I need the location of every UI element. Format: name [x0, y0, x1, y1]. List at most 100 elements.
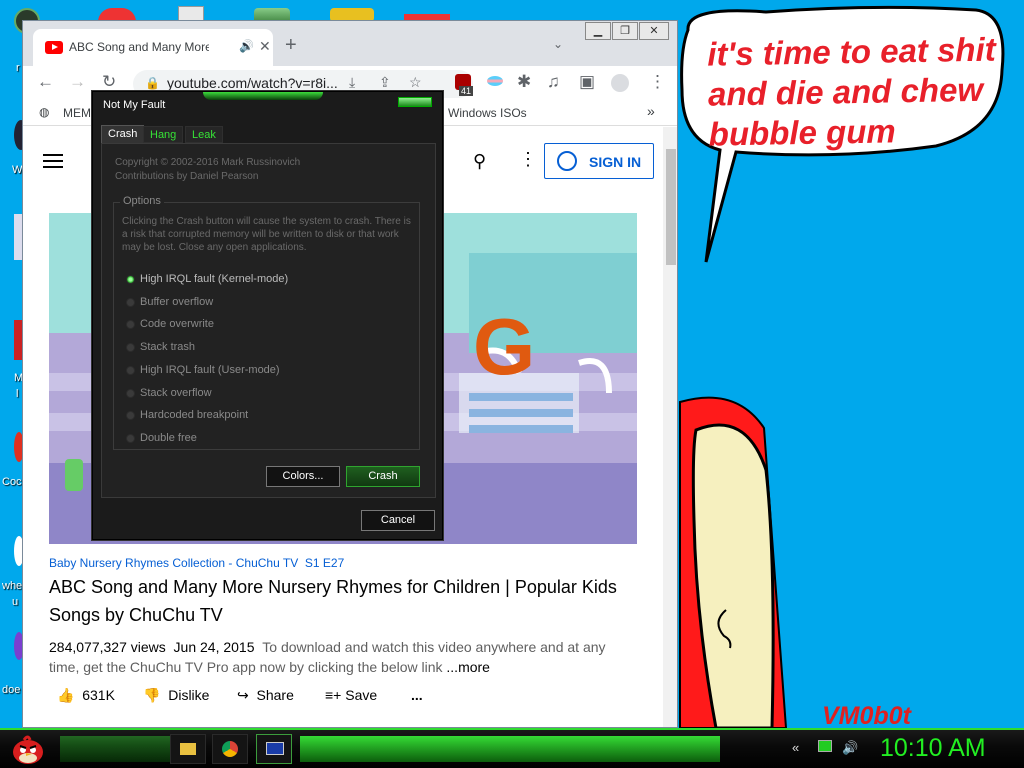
page-scrollbar[interactable]: [663, 127, 677, 727]
desktop-icon-11-label-2: u: [12, 596, 19, 608]
desktop-icon-9-label-2: l: [16, 388, 19, 400]
taskbar-glow-main: [300, 736, 720, 762]
taskbar-explorer[interactable]: [170, 734, 206, 764]
option-label[interactable]: Buffer overflow: [140, 296, 213, 308]
desktop-icon-10-label: Coc: [2, 476, 22, 488]
cancel-button[interactable]: Cancel: [361, 510, 435, 531]
tray-chevron-icon[interactable]: «: [792, 740, 799, 755]
speaker-icon[interactable]: 🔊: [239, 39, 254, 53]
bookmark-windows-isos[interactable]: Windows ISOs: [448, 106, 527, 120]
more-link[interactable]: ...more: [446, 659, 490, 675]
thumbnail-letter: G: [473, 302, 536, 391]
share-icon[interactable]: ⇪: [379, 74, 391, 91]
extension-badge: 41: [459, 86, 474, 96]
option-label[interactable]: High IRQL fault (User-mode): [140, 364, 280, 376]
share-arrow-icon: ↪: [237, 687, 249, 703]
notmyfault-dialog: Not My Fault Crash Hang Leak Copyright ©…: [92, 91, 443, 540]
option-radio[interactable]: [126, 433, 135, 443]
option-label[interactable]: Double free: [140, 432, 197, 444]
volume-icon[interactable]: 🔊: [842, 740, 858, 756]
option-radio[interactable]: [126, 275, 135, 284]
taskbar-notmyfault[interactable]: [256, 734, 292, 764]
angry-bird-icon: [13, 735, 43, 764]
more-actions-button[interactable]: ...: [411, 687, 423, 703]
desktop-icon-8[interactable]: [14, 214, 22, 260]
globe-icon: ◍: [39, 105, 50, 119]
sign-in-button[interactable]: SIGN IN: [544, 143, 654, 179]
option-label[interactable]: Code overwrite: [140, 318, 214, 330]
minimize-button[interactable]: ▁: [585, 22, 611, 40]
url-text[interactable]: youtube.com/watch?v=r8i...: [167, 75, 357, 91]
flag-extension-icon[interactable]: [487, 76, 503, 86]
folder-icon: [180, 743, 196, 755]
save-button[interactable]: ≡+ Save: [325, 687, 377, 703]
video-description: 284,077,327 views Jun 24, 2015 To downlo…: [49, 637, 639, 677]
close-button[interactable]: ✕: [639, 22, 669, 40]
tab-strip: ABC Song and Many More N 🔊 ✕ + ⌄ ▁ ❐ ✕: [23, 21, 677, 66]
network-icon[interactable]: [818, 740, 832, 752]
more-options-icon[interactable]: ⋮: [519, 149, 537, 170]
desktop-icon-1-label: r: [16, 62, 20, 74]
media-icon[interactable]: ♫: [547, 72, 560, 92]
option-label[interactable]: Hardcoded breakpoint: [140, 409, 248, 421]
crash-button[interactable]: Crash: [346, 466, 420, 487]
menu-icon[interactable]: ⋮: [649, 72, 666, 92]
option-radio[interactable]: [126, 365, 135, 375]
browser-tab[interactable]: ABC Song and Many More N 🔊 ✕: [33, 29, 273, 66]
desktop: r W M l Coc whe u doe it's time to eat s…: [0, 0, 1024, 728]
puzzle-icon[interactable]: ✱: [517, 72, 531, 92]
taskbar-chrome[interactable]: [212, 734, 248, 764]
copyright-text: Copyright © 2002-2016 Mark Russinovich: [115, 157, 301, 168]
crash-panel: Copyright © 2002-2016 Mark Russinovich C…: [101, 143, 436, 498]
video-title: ABC Song and Many More Nursery Rhymes fo…: [49, 577, 617, 625]
bookmark-overflow-icon[interactable]: »: [647, 103, 655, 119]
title-progress-bar: [398, 97, 432, 107]
option-label[interactable]: Stack trash: [140, 341, 195, 353]
option-radio[interactable]: [126, 411, 135, 421]
speech-line: it's time to eat shit: [706, 30, 997, 73]
dislike-button[interactable]: 👎 Dislike: [143, 687, 209, 704]
close-tab-icon[interactable]: ✕: [259, 38, 271, 55]
tab-leak[interactable]: Leak: [185, 126, 223, 143]
desktop-icon-12-label: doe: [2, 684, 21, 696]
option-radio[interactable]: [126, 343, 135, 353]
side-panel-icon[interactable]: ▣: [579, 72, 595, 92]
option-label[interactable]: Stack overflow: [140, 387, 212, 399]
option-radio[interactable]: [126, 297, 135, 307]
taskbar-clock[interactable]: 10:10 AM: [880, 734, 986, 763]
desktop-icon-7-label: W: [12, 164, 23, 176]
profile-icon[interactable]: [611, 74, 629, 92]
taskbar: « 🔊 10:10 AM: [0, 728, 1024, 768]
back-icon[interactable]: ←: [37, 72, 54, 92]
desktop-icon-9[interactable]: [14, 320, 22, 360]
playlist-add-icon: ≡+: [325, 687, 342, 703]
search-icon[interactable]: ⚲: [473, 151, 486, 172]
options-label: Options: [120, 195, 164, 207]
share-button[interactable]: ↪ Share: [237, 687, 294, 704]
option-radio[interactable]: [126, 320, 135, 330]
scrollbar-thumb[interactable]: [666, 149, 676, 265]
hamburger-menu-icon[interactable]: [43, 154, 63, 168]
forward-icon[interactable]: →: [69, 72, 86, 92]
tab-hang[interactable]: Hang: [143, 126, 184, 143]
options-group: Options Clicking the Crash button will c…: [113, 195, 420, 450]
youtube-favicon-icon: [45, 41, 63, 54]
restore-button[interactable]: ❐: [612, 22, 638, 40]
thumb-up-icon: 👍: [57, 687, 75, 703]
option-label[interactable]: High IRQL fault (Kernel-mode): [140, 273, 288, 285]
copyright-block: Copyright © 2002-2016 Mark Russinovich C…: [115, 156, 300, 184]
title-glow: [203, 92, 323, 100]
channel-link[interactable]: Baby Nursery Rhymes Collection - ChuChu …: [49, 556, 298, 570]
reload-icon[interactable]: ↻: [102, 72, 116, 92]
tab-crash[interactable]: Crash: [101, 125, 145, 144]
option-radio[interactable]: [126, 388, 135, 398]
colors-button[interactable]: Colors...: [266, 466, 340, 487]
speech-text: it's time to eat shit and die and chew b…: [707, 29, 1009, 154]
install-icon[interactable]: ⤓: [349, 74, 355, 91]
like-button[interactable]: 👍 631K: [57, 687, 115, 704]
bookmark-star-icon[interactable]: ☆: [409, 74, 422, 91]
new-tab-button[interactable]: +: [285, 35, 297, 55]
start-button[interactable]: [10, 732, 46, 766]
chrome-icon: [222, 741, 238, 757]
chevron-down-icon[interactable]: ⌄: [553, 37, 563, 51]
